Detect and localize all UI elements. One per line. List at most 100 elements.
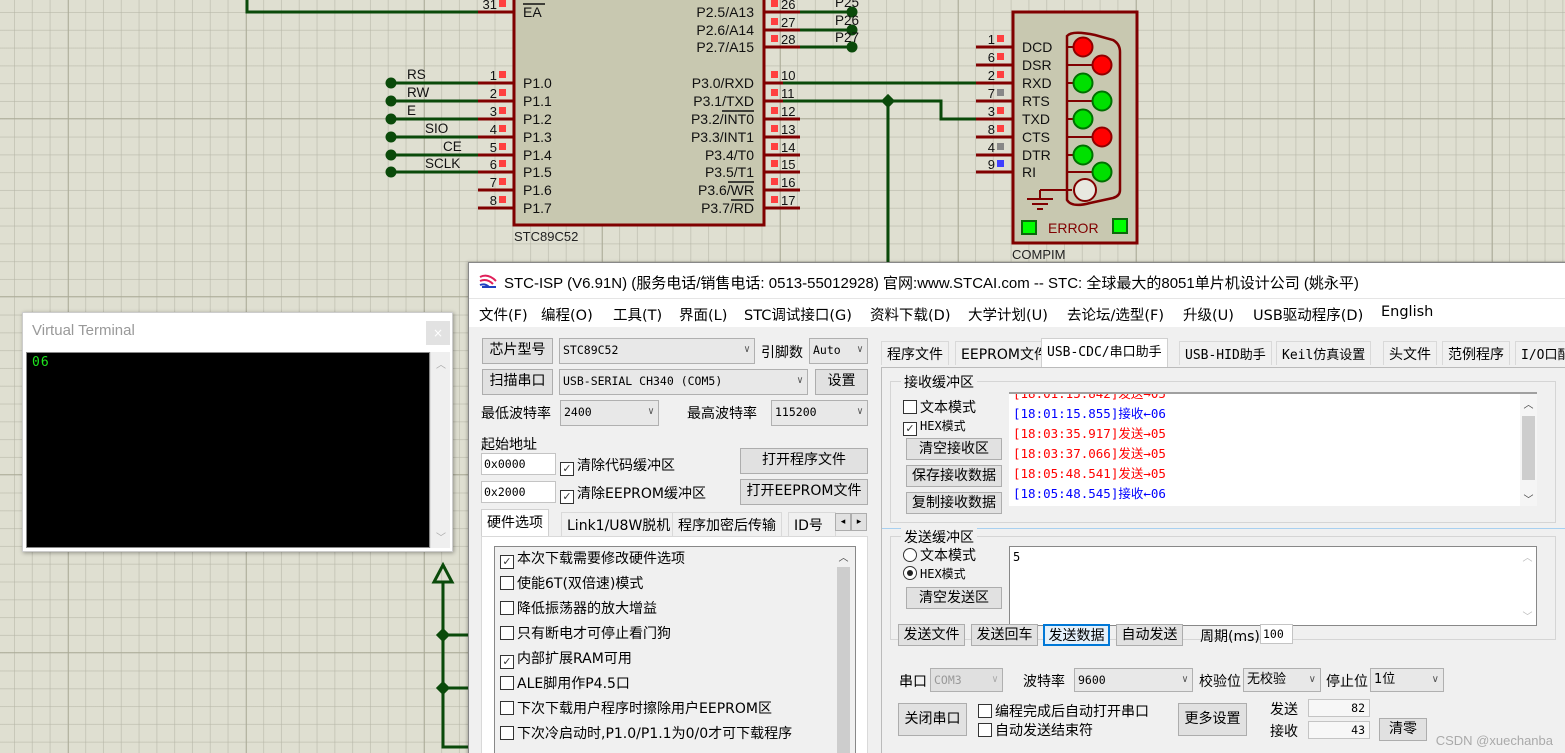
hardware-option-checkbox[interactable]: ✓ 内部扩展RAM可用 [496,647,834,672]
menu-interface[interactable]: 界面(L) [679,304,727,325]
address-input-code[interactable]: 0x0000 [481,453,556,475]
pin-count-select[interactable]: Auto ∨ [809,338,868,364]
receive-scrollbar[interactable]: ︿ ﹀ [1520,394,1537,506]
splitter[interactable] [882,528,1565,529]
scan-port-button[interactable]: 扫描串口 [482,369,553,395]
clear-count-button[interactable]: 清零 [1379,718,1427,741]
tab-scroll-left-icon[interactable]: ◂ [835,513,851,531]
radio-icon[interactable] [903,548,917,562]
checkbox-icon[interactable] [500,626,514,640]
serial-port-select[interactable]: COM3 ∨ [930,668,1003,692]
menu-downloads[interactable]: 资料下载(D) [870,304,950,325]
checkbox-icon[interactable] [903,400,917,414]
send-data-button[interactable]: 发送数据 [1043,624,1110,646]
checkbox-icon[interactable] [500,701,514,715]
scroll-thumb[interactable] [1522,416,1535,480]
tab-id[interactable]: ID号 [788,512,836,536]
hardware-option-checkbox[interactable]: ✓ 本次下载需要修改硬件选项 [496,547,834,572]
virtual-terminal-window[interactable]: Virtual Terminal × 06 ︿ ﹀ [22,312,453,552]
chip-model-button[interactable]: 芯片型号 [482,338,553,364]
receive-text-mode-checkbox[interactable]: 文本模式 [903,397,976,417]
clear-receive-button[interactable]: 清空接收区 [906,438,1002,460]
tab-eeprom-file[interactable]: EEPROM文件 [955,341,1054,365]
menu-forum[interactable]: 去论坛/选型(F) [1067,304,1164,325]
tab-encrypted-transfer[interactable]: 程序加密后传输 [672,512,782,536]
tab-link1[interactable]: Link1/U8W脱机 [561,512,677,536]
checkbox-icon[interactable] [978,723,992,737]
checkbox-icon[interactable]: ✓ [500,655,514,669]
clear-send-button[interactable]: 清空发送区 [906,587,1002,609]
scroll-thumb[interactable] [837,567,850,753]
save-receive-button[interactable]: 保存接收数据 [906,465,1002,487]
open-eeprom-file-button[interactable]: 打开EEPROM文件 [740,479,868,505]
options-scrollbar[interactable]: ︿ [835,547,852,753]
copy-receive-button[interactable]: 复制接收数据 [906,492,1002,514]
send-text-mode-radio[interactable]: 文本模式 [903,545,976,565]
max-baud-select[interactable]: 115200 ∨ [771,400,868,426]
tab-program-file[interactable]: 程序文件 [881,341,949,365]
address-input-eeprom[interactable]: 0x2000 [481,481,556,503]
tab-keil-sim[interactable]: Keil仿真设置 [1276,341,1372,365]
send-hex-mode-radio[interactable]: HEX模式 [903,565,966,582]
receive-hex-mode-checkbox[interactable]: ✓ HEX模式 [903,417,966,436]
tab-examples[interactable]: 范例程序 [1442,341,1510,365]
terminal-screen[interactable]: 06 [26,352,430,548]
baud-select[interactable]: 9600 ∨ [1074,668,1193,692]
more-settings-button[interactable]: 更多设置 [1178,703,1247,736]
parity-select[interactable]: 无校验 ∨ [1243,668,1321,692]
menu-file[interactable]: 文件(F) [479,304,528,325]
auto-terminator-checkbox[interactable]: 自动发送结束符 [978,720,1093,740]
tab-serial-assistant[interactable]: USB-CDC/串口助手 [1041,338,1168,367]
send-enter-button[interactable]: 发送回车 [971,624,1038,646]
checkbox-icon[interactable]: ✓ [560,490,574,504]
scroll-down-icon[interactable]: ﹀ [1519,608,1536,623]
auto-open-port-checkbox[interactable]: 编程完成后自动打开串口 [978,701,1149,721]
options-list[interactable]: ✓ 本次下载需要修改硬件选项 使能6T(双倍速)模式 降低振荡器的放大增益 只有断电才可… [494,546,856,753]
clear-code-checkbox[interactable]: ✓ 清除代码缓冲区 [560,455,675,476]
tab-hardware-options[interactable]: 硬件选项 [481,509,549,536]
checkbox-icon[interactable] [500,726,514,740]
clear-eeprom-checkbox[interactable]: ✓ 清除EEPROM缓冲区 [560,483,706,504]
radio-icon[interactable] [903,566,917,580]
scroll-down-icon[interactable]: ﹀ [1520,491,1537,506]
checkbox-icon[interactable]: ✓ [903,422,917,436]
close-port-button[interactable]: 关闭串口 [898,703,967,736]
stop-bits-select[interactable]: 1位 ∨ [1370,668,1444,692]
tab-header-file[interactable]: 头文件 [1383,341,1437,365]
send-input[interactable]: 5 ︿ ﹀ [1009,546,1537,626]
settings-button[interactable]: 设置 [815,369,868,395]
menu-university[interactable]: 大学计划(U) [968,304,1048,325]
compim-component[interactable]: 1 DCD 6 DSR 2 RXD 7 RTS 3 TXD 8 CTS 4 DTR 9 RI ERROR CO… [976,10,1139,262]
checkbox-icon[interactable] [978,704,992,718]
menu-english[interactable]: English [1381,304,1433,320]
receive-log[interactable]: [18:01:15.842]发送→05 [18:01:15.855]接收←06 [1… [1009,392,1537,506]
terminal-scrollbar[interactable]: ︿ ﹀ [430,352,450,548]
port-select[interactable]: USB-SERIAL CH340 (COM5) ∨ [559,369,808,395]
menu-tools[interactable]: 工具(T) [613,304,662,325]
hardware-option-checkbox[interactable]: 下次冷启动时,P1.0/P1.1为0/0才可下载程序 [496,722,834,747]
scroll-up-icon[interactable]: ︿ [431,356,451,371]
scroll-up-icon[interactable]: ︿ [1519,549,1536,564]
tab-usb-hid[interactable]: USB-HID助手 [1179,341,1272,365]
menu-stc-debug[interactable]: STC调试接口(G) [744,304,852,325]
hardware-option-checkbox[interactable]: 使能6T(双倍速)模式 [496,572,834,597]
checkbox-icon[interactable]: ✓ [560,462,574,476]
tab-scroll-right-icon[interactable]: ▸ [851,513,867,531]
period-input[interactable]: 100 [1260,624,1293,644]
window-titlebar[interactable]: STC-ISP (V6.91N) (服务电话/销售电话: 0513-550129… [469,263,1565,299]
checkbox-icon[interactable] [500,676,514,690]
chip-model-select[interactable]: STC89C52 ∨ [559,338,755,364]
auto-send-button[interactable]: 自动发送 [1116,624,1183,646]
checkbox-icon[interactable]: ✓ [500,555,514,569]
hardware-option-checkbox[interactable]: ALE脚用作P4.5口 [496,672,834,697]
scroll-up-icon[interactable]: ︿ [1520,396,1537,411]
hardware-option-checkbox[interactable]: 降低振荡器的放大增益 [496,597,834,622]
menu-usb-driver[interactable]: USB驱动程序(D) [1253,304,1363,325]
menu-upgrade[interactable]: 升级(U) [1183,304,1234,325]
stc-isp-window[interactable]: STC-ISP (V6.91N) (服务电话/销售电话: 0513-550129… [468,262,1565,753]
scroll-up-icon[interactable]: ︿ [835,549,852,564]
send-file-button[interactable]: 发送文件 [898,624,965,646]
hardware-option-checkbox[interactable]: 下次下载用户程序时擦除用户EEPROM区 [496,697,834,722]
checkbox-icon[interactable] [500,576,514,590]
open-program-file-button[interactable]: 打开程序文件 [740,448,868,474]
